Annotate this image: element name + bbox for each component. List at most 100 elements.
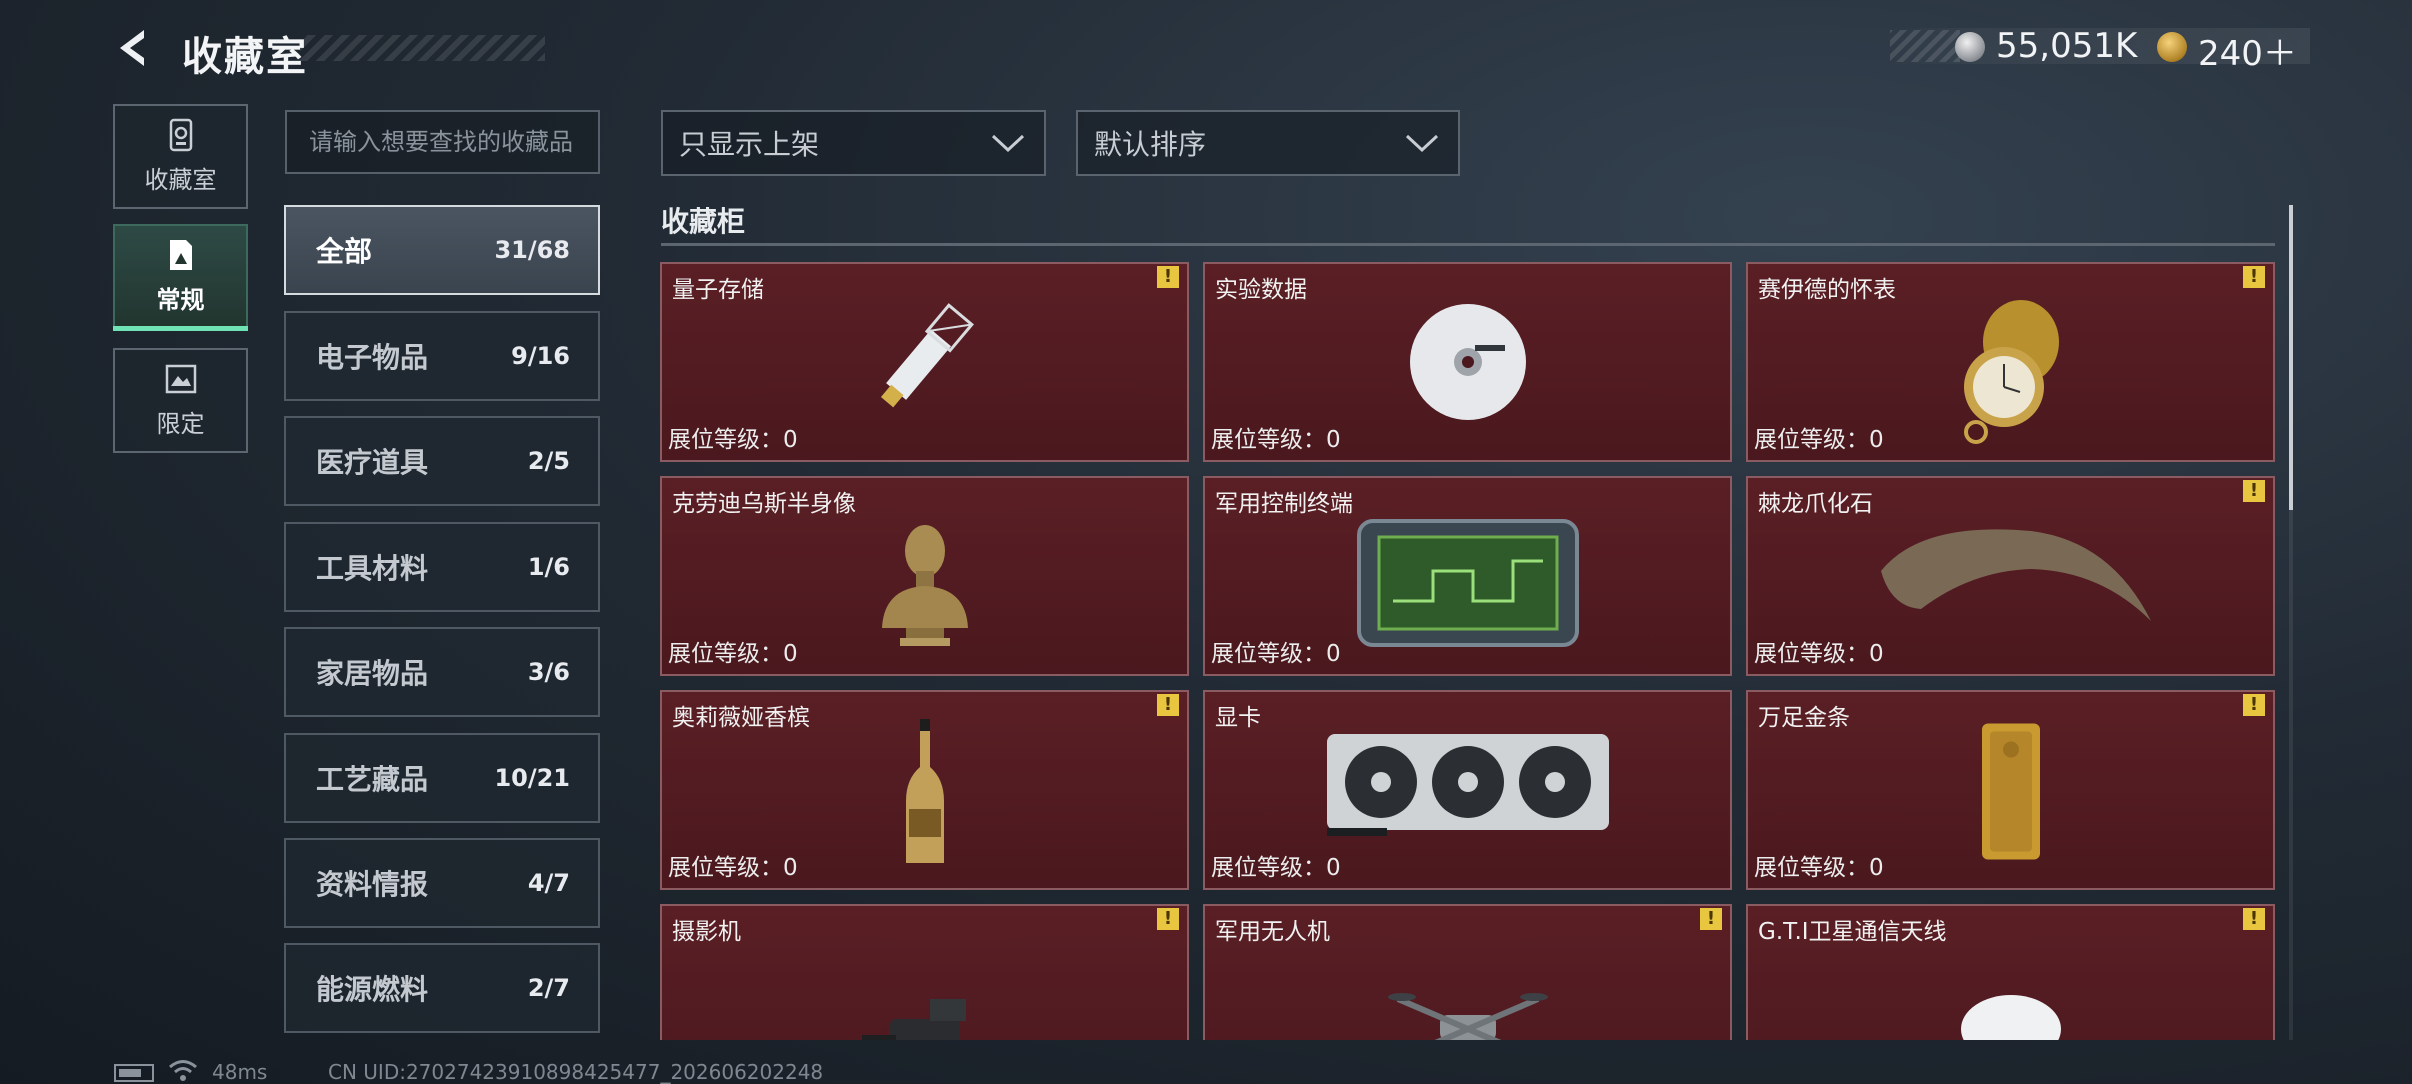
dropdown-value: 只显示上架 bbox=[679, 128, 820, 161]
category-count: 2/7 bbox=[527, 974, 570, 1002]
category-label: 工具材料 bbox=[316, 552, 429, 585]
category-count: 31/68 bbox=[494, 236, 570, 264]
user-uid: CN UID:27027423910898425477_202606202248 bbox=[328, 1060, 824, 1084]
category-label: 工艺藏品 bbox=[316, 763, 429, 796]
collection-card[interactable]: 棘龙爪化石 ! 展位等级：0 bbox=[1746, 476, 2275, 676]
collection-card[interactable]: 量子存储 ! 展位等级：0 bbox=[660, 262, 1189, 462]
category-intel[interactable]: 资料情报 4/7 bbox=[284, 838, 600, 928]
graphics-card-icon bbox=[1326, 734, 1609, 836]
item-name: 棘龙爪化石 bbox=[1758, 491, 1873, 517]
gallery-icon bbox=[169, 240, 192, 270]
chevron-down-icon bbox=[991, 134, 1025, 153]
warning-badge: ! bbox=[1157, 908, 1179, 930]
collection-card[interactable]: 奥莉薇娅香槟 ! 展位等级：0 bbox=[660, 690, 1189, 890]
sort-dropdown[interactable]: 默认排序 bbox=[1076, 110, 1460, 176]
category-crafts[interactable]: 工艺藏品 10/21 bbox=[284, 733, 600, 823]
category-count: 3/6 bbox=[527, 658, 570, 686]
display-level: 展位等级：0 bbox=[1211, 641, 1341, 667]
section-divider bbox=[661, 243, 2275, 246]
nav-label: 限定 bbox=[156, 410, 205, 438]
display-level: 展位等级：0 bbox=[668, 855, 798, 881]
champagne-bottle-icon bbox=[905, 719, 944, 863]
nav-collection-room[interactable]: 收藏室 bbox=[113, 104, 248, 209]
item-name: 显卡 bbox=[1215, 705, 1261, 731]
collection-card[interactable]: 克劳迪乌斯半身像 展位等级：0 bbox=[660, 476, 1189, 676]
ping-readout: 48ms bbox=[212, 1060, 268, 1084]
tablet-terminal-icon bbox=[1356, 519, 1579, 647]
battery-icon bbox=[114, 1064, 154, 1082]
display-level: 展位等级：0 bbox=[1754, 427, 1884, 453]
category-count: 9/16 bbox=[511, 342, 570, 370]
display-level: 展位等级：0 bbox=[1211, 855, 1341, 881]
page-title: 收藏室 bbox=[182, 34, 308, 80]
currency-2-amount[interactable]: 240＋ bbox=[2198, 26, 2297, 75]
category-label: 医疗道具 bbox=[316, 446, 429, 479]
scrollbar-thumb[interactable] bbox=[2289, 205, 2293, 510]
warning-badge: ! bbox=[2243, 480, 2265, 502]
warning-badge: ! bbox=[2243, 908, 2265, 930]
warning-badge: ! bbox=[1157, 266, 1179, 288]
wifi-icon bbox=[169, 1060, 197, 1081]
collection-grid: 量子存储 ! 展位等级：0 实验数据 展位等级：0 赛伊德的怀表 ! 展位等级：… bbox=[660, 262, 2275, 1040]
item-name: 克劳迪乌斯半身像 bbox=[672, 491, 856, 517]
category-all[interactable]: 全部 31/68 bbox=[284, 205, 600, 295]
category-label: 电子物品 bbox=[316, 341, 429, 374]
item-name: 军用控制终端 bbox=[1215, 491, 1353, 517]
display-level: 展位等级：0 bbox=[1211, 427, 1341, 453]
category-label: 资料情报 bbox=[316, 868, 429, 901]
gold-coin-icon bbox=[2157, 32, 2187, 62]
claw-fossil-icon bbox=[1880, 529, 2151, 621]
collection-card[interactable]: 实验数据 展位等级：0 bbox=[1203, 262, 1732, 462]
item-name: 摄影机 bbox=[672, 919, 741, 945]
satellite-dish-icon bbox=[1960, 995, 2061, 1040]
category-count: 10/21 bbox=[494, 764, 570, 792]
warning-badge: ! bbox=[1700, 908, 1722, 930]
warning-badge: ! bbox=[1157, 694, 1179, 716]
display-level: 展位等级：0 bbox=[668, 641, 798, 667]
silver-coin-icon bbox=[1955, 32, 1985, 62]
nav-label: 收藏室 bbox=[144, 166, 217, 194]
dropdown-value: 默认排序 bbox=[1094, 128, 1207, 161]
collection-card[interactable]: 万足金条 ! 展位等级：0 bbox=[1746, 690, 2275, 890]
currency-1-amount: 55,051K bbox=[1996, 26, 2138, 66]
bust-statue-icon bbox=[881, 525, 968, 646]
category-fuel[interactable]: 能源燃料 2/7 bbox=[284, 943, 600, 1033]
collection-card[interactable]: 赛伊德的怀表 ! 展位等级：0 bbox=[1746, 262, 2275, 462]
collection-card[interactable]: 军用控制终端 展位等级：0 bbox=[1203, 476, 1732, 676]
category-count: 1/6 bbox=[527, 553, 570, 581]
category-label: 全部 bbox=[316, 235, 373, 268]
drone-icon bbox=[1387, 993, 1548, 1040]
display-level: 展位等级：0 bbox=[1754, 855, 1884, 881]
item-name: 量子存储 bbox=[672, 277, 764, 303]
currency-decoration bbox=[1890, 30, 1960, 62]
pocket-watch-icon bbox=[1963, 300, 2059, 444]
collection-card[interactable]: 军用无人机 ! bbox=[1203, 904, 1732, 1040]
collection-card[interactable]: G.T.I卫星通信天线 ! bbox=[1746, 904, 2275, 1040]
item-name: 奥莉薇娅香槟 bbox=[672, 705, 810, 731]
category-label: 能源燃料 bbox=[316, 973, 429, 1006]
category-count: 2/5 bbox=[527, 447, 570, 475]
back-arrow-icon[interactable] bbox=[110, 25, 156, 71]
category-household[interactable]: 家居物品 3/6 bbox=[284, 627, 600, 717]
item-name: 军用无人机 bbox=[1215, 919, 1330, 945]
warning-badge: ! bbox=[2243, 694, 2265, 716]
item-name: 实验数据 bbox=[1215, 277, 1307, 303]
category-medical[interactable]: 医疗道具 2/5 bbox=[284, 416, 600, 506]
gold-bar-icon bbox=[1981, 723, 2040, 860]
nav-label: 常规 bbox=[156, 286, 205, 314]
category-label: 家居物品 bbox=[316, 657, 429, 690]
usb-drive-icon bbox=[880, 303, 974, 408]
title-decoration bbox=[300, 35, 545, 61]
nav-selected-indicator bbox=[113, 326, 248, 331]
collection-card[interactable]: 显卡 展位等级：0 bbox=[1203, 690, 1732, 890]
section-title: 收藏柜 bbox=[661, 205, 746, 238]
category-electronics[interactable]: 电子物品 9/16 bbox=[284, 311, 600, 401]
warning-badge: ! bbox=[2243, 266, 2265, 288]
nav-regular[interactable]: 常规 bbox=[113, 224, 248, 329]
nav-limited[interactable]: 限定 bbox=[113, 348, 248, 453]
collection-card[interactable]: 摄影机 ! bbox=[660, 904, 1189, 1040]
category-count: 4/7 bbox=[527, 869, 570, 897]
shelf-filter-dropdown[interactable]: 只显示上架 bbox=[661, 110, 1046, 176]
search-input[interactable] bbox=[285, 110, 600, 174]
category-tools[interactable]: 工具材料 1/6 bbox=[284, 522, 600, 612]
